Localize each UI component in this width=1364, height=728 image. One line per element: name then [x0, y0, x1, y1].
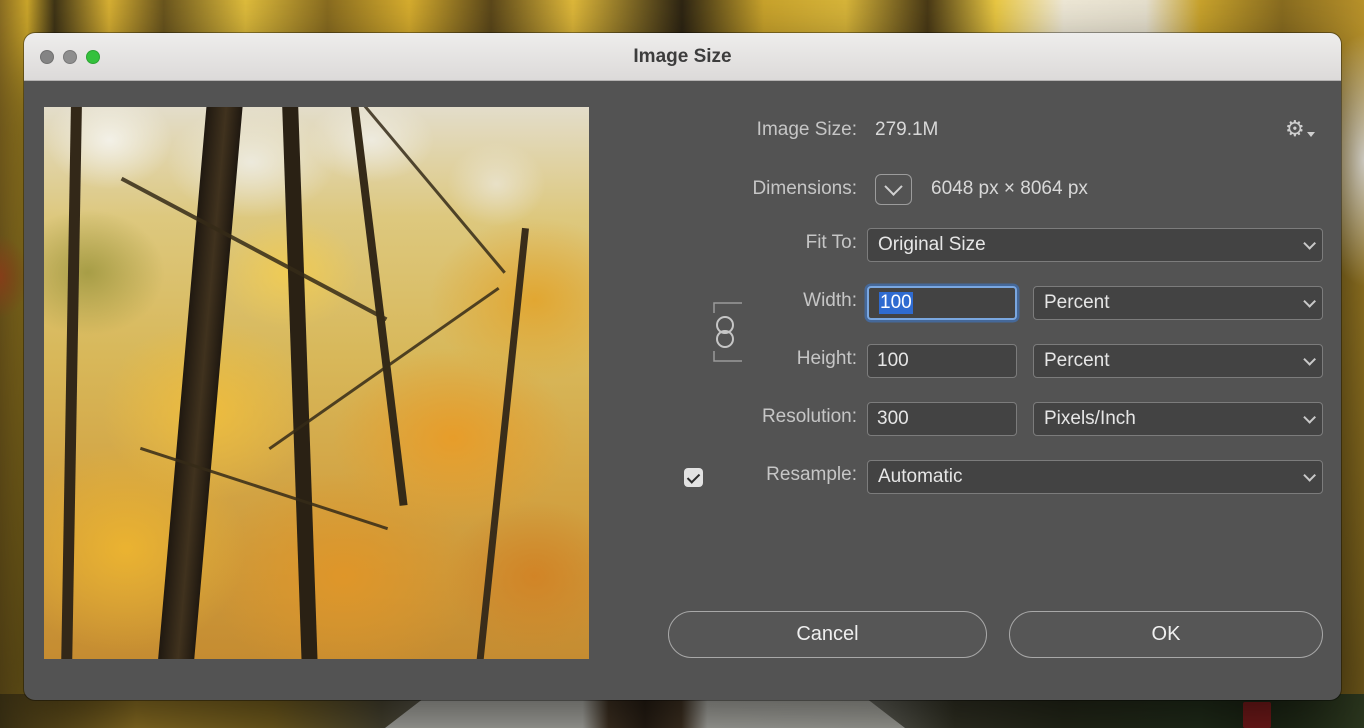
height-input[interactable] [867, 344, 1017, 378]
image-preview [44, 107, 589, 659]
tent [385, 700, 905, 728]
tree-trunk [281, 107, 319, 659]
minimize-button[interactable] [63, 49, 77, 64]
resample-method-select[interactable]: Automatic [867, 460, 1323, 494]
cancel-button[interactable]: Cancel [668, 611, 987, 658]
close-button[interactable] [40, 49, 54, 64]
resolution-unit-value: Pixels/Inch [1044, 408, 1136, 429]
image-size-value: 279.1M [875, 119, 939, 140]
gear-glyph: ⚙ [1285, 116, 1305, 141]
dimensions-value: 6048 px × 8064 px [931, 178, 1088, 199]
dialog-body: Image Size: 279.1M ⚙ Dimensions: 6048 px… [24, 81, 1341, 700]
dimensions-unit-button[interactable] [875, 174, 912, 205]
chevron-down-icon [1303, 468, 1316, 482]
height-label: Height: [796, 348, 857, 369]
width-label: Width: [803, 290, 857, 311]
tree-trunk [60, 107, 83, 659]
dimensions-label: Dimensions: [752, 178, 857, 199]
resolution-unit-select[interactable]: Pixels/Inch [1033, 402, 1323, 436]
resample-label: Resample: [766, 464, 857, 485]
chevron-down-icon [1303, 294, 1316, 308]
resolution-input[interactable] [867, 402, 1017, 436]
gear-icon[interactable]: ⚙ [1285, 115, 1317, 143]
tree-trunk [155, 107, 245, 659]
chevron-down-icon [1303, 410, 1316, 424]
resample-method-value: Automatic [878, 466, 963, 487]
resample-checkbox[interactable] [684, 468, 703, 487]
tree-branch [362, 107, 506, 274]
height-unit-select[interactable]: Percent [1033, 344, 1323, 378]
width-input[interactable]: 100 [867, 286, 1017, 320]
link-dimensions-bracket [713, 302, 742, 362]
red-chair [1243, 702, 1271, 728]
fit-to-selected-value: Original Size [878, 234, 986, 255]
tree-trunk [476, 227, 529, 659]
chevron-down-icon [884, 177, 903, 196]
width-unit-value: Percent [1044, 292, 1110, 313]
tree-branch [120, 176, 388, 322]
gear-caret-icon [1306, 131, 1315, 137]
fit-to-label: Fit To: [805, 232, 857, 253]
ok-button[interactable]: OK [1009, 611, 1323, 658]
resolution-label: Resolution: [761, 406, 857, 427]
width-input-selected-text: 100 [879, 292, 913, 314]
chevron-down-icon [1303, 352, 1316, 366]
width-unit-select[interactable]: Percent [1033, 286, 1323, 320]
fit-to-select[interactable]: Original Size [867, 228, 1323, 262]
image-size-dialog: Image Size Image Size: 279.1M ⚙ Dimensio… [24, 33, 1341, 700]
image-size-label: Image Size: [756, 119, 857, 140]
height-unit-value: Percent [1044, 350, 1110, 371]
chevron-down-icon [1303, 236, 1316, 250]
titlebar: Image Size [24, 33, 1341, 81]
dialog-title: Image Size [633, 45, 732, 67]
traffic-lights [40, 33, 100, 80]
zoom-button[interactable] [86, 49, 100, 64]
